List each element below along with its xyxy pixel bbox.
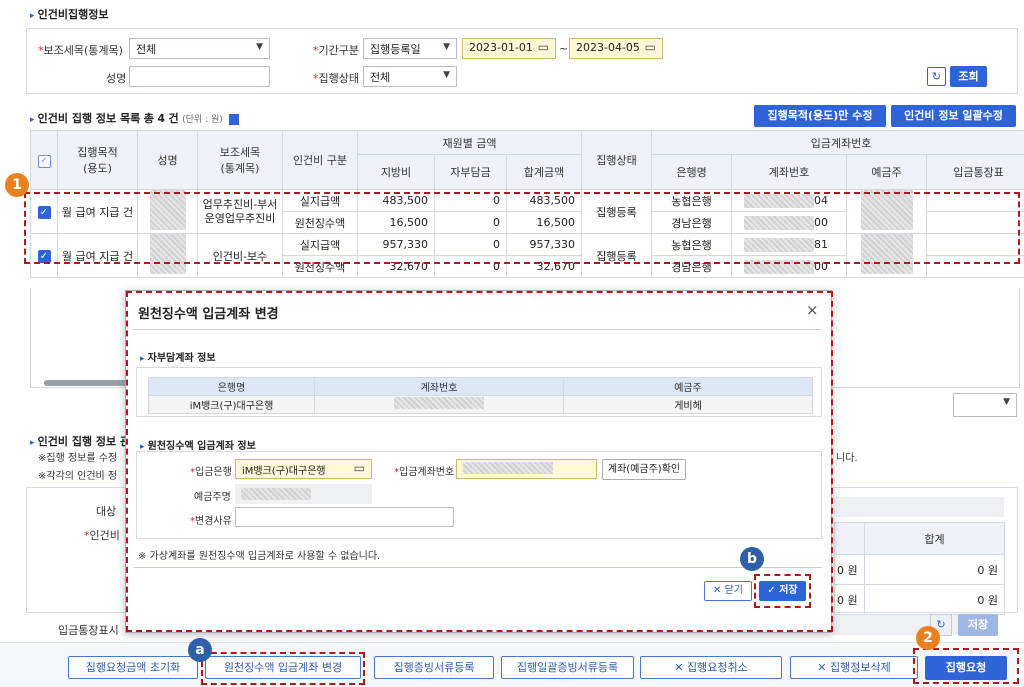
period-label: *기간구분: [313, 44, 359, 57]
highlight-request-box: [913, 648, 1019, 684]
cancel-request-button[interactable]: ✕ 집행요청취소: [640, 656, 782, 679]
right-select[interactable]: [953, 393, 1017, 417]
list-header: 인건비 집행 정보 목록 총 4 건 (단위 : 원): [30, 110, 240, 126]
bg-section-title: 인건비 집행 정보 관: [30, 433, 130, 449]
section-title: 인건비집행정보: [30, 6, 109, 22]
date-from-input[interactable]: 2023-01-01: [462, 38, 556, 59]
col-local: 지방비: [357, 154, 435, 190]
excel-download-icon[interactable]: [229, 113, 240, 125]
bg-target-label: 대상: [96, 505, 117, 518]
col-account: 계좌번호: [731, 154, 848, 190]
list-total-prefix: 총: [143, 112, 154, 125]
list-total-suffix: 건: [168, 112, 179, 125]
step-badge-2: 2: [916, 626, 940, 650]
bg-bankbook-label: 입금통장표시: [58, 624, 119, 637]
bulk-doc-register-button[interactable]: 집행일괄증빙서류등록: [501, 656, 634, 679]
col-name: 성명: [137, 130, 198, 190]
bulk-edit-button[interactable]: 인건비 정보 일괄수정: [891, 105, 1016, 127]
subitem-select[interactable]: 전체: [129, 38, 270, 59]
date-to-input[interactable]: 2023-04-05: [569, 38, 663, 59]
select-all-checkbox[interactable]: ✓: [37, 154, 51, 168]
bg-note-2: ※각각의 인건비 정: [38, 471, 118, 482]
step-badge-1: 1: [5, 173, 29, 197]
col-funding: 재원별 금액: [356, 130, 583, 155]
period-type-select[interactable]: 집행등록일: [363, 38, 457, 59]
bg-sum-table: 합계 0 원 0 원 0 원 0 원: [834, 522, 1005, 615]
list-title: 인건비 집행 정보 목록: [30, 112, 140, 125]
bg-row2-mark: 0 원: [834, 584, 865, 615]
name-label: 성명: [106, 72, 127, 85]
bg-labor-label: *인건비: [84, 529, 120, 542]
delete-info-button[interactable]: ✕ 집행정보삭제: [790, 656, 918, 679]
col-purpose: 집행목적 (용도): [57, 130, 138, 190]
bg-sum-row1: 0 원: [864, 554, 1005, 585]
search-button[interactable]: 조회: [950, 66, 987, 87]
col-self: 자부담금: [434, 154, 507, 190]
bg-target-field: [834, 497, 1004, 517]
col-bank: 은행명: [651, 154, 733, 190]
refresh-icon[interactable]: ↻: [927, 67, 946, 86]
reset-request-button[interactable]: 집행요청금액 초기화: [68, 656, 198, 679]
name-input[interactable]: [129, 66, 270, 87]
col-holder: 예금주: [846, 154, 928, 190]
highlight-change-account-box: [201, 652, 365, 685]
bg-sum-header: 합계: [864, 522, 1005, 555]
col-subitem: 보조세목 (통계목): [197, 130, 283, 190]
highlight-rows-box: [24, 192, 1020, 264]
edit-purpose-button[interactable]: 집행목적(용도)만 수정: [754, 105, 886, 127]
col-total: 합계금액: [505, 154, 583, 190]
col-account-group: 입금계좌번호: [651, 130, 1024, 155]
bg-sum-row2: 0 원: [864, 584, 1005, 615]
col-status: 집행상태: [581, 130, 653, 190]
list-unit: (단위 : 원): [182, 115, 223, 125]
col-bankbook: 입금통장표: [926, 154, 1024, 190]
col-type: 인건비 구분: [282, 130, 358, 190]
bg-row1-mark: 0 원: [834, 554, 865, 585]
status-label: *집행상태: [313, 72, 359, 85]
date-separator: ~: [559, 42, 569, 55]
bg-note-tail: 니다.: [836, 453, 858, 464]
bg-save-button[interactable]: 저장: [958, 614, 998, 636]
status-select[interactable]: 전체: [363, 66, 457, 87]
highlight-modal-box: [126, 291, 833, 632]
subitem-label: *보조세목(통계목): [38, 44, 123, 57]
list-total-count: 4: [157, 112, 166, 125]
horizontal-scrollbar[interactable]: [44, 380, 134, 386]
doc-register-button[interactable]: 집행증빙서류등록: [374, 656, 494, 679]
bg-note-1: ※집행 정보를 수정: [38, 453, 118, 464]
step-badge-a: a: [188, 638, 212, 662]
